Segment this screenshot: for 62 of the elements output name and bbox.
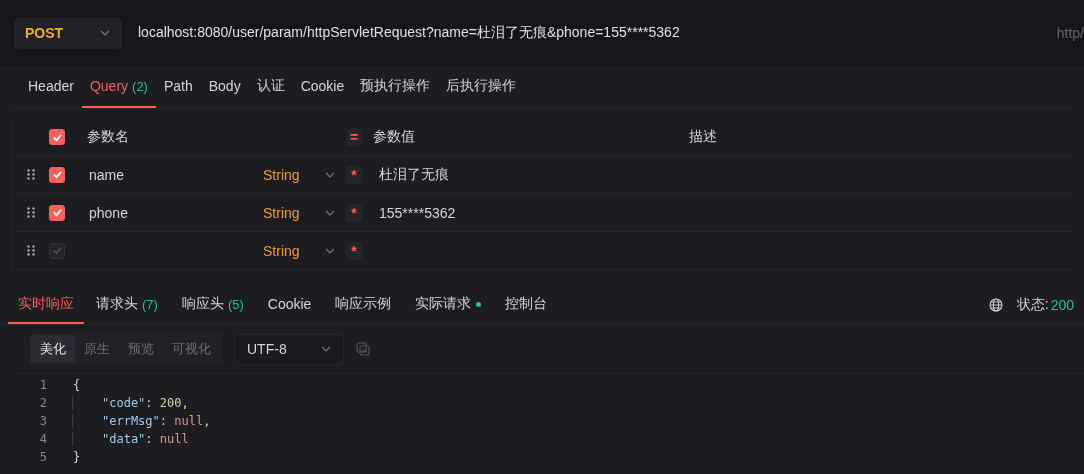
check-icon [51, 131, 63, 143]
column-header: 参数值 [372, 128, 416, 146]
response-tab[interactable]: 响应示例 [323, 286, 404, 324]
status-label: 状态: [1016, 296, 1049, 314]
view-mode-tab[interactable]: 美化 [31, 335, 75, 363]
check-icon [51, 245, 63, 256]
response-tab[interactable]: 实时响应 [8, 286, 84, 324]
chevron-down-icon [325, 247, 335, 254]
type-select[interactable]: String [263, 242, 300, 259]
line-number: 5 [38, 450, 48, 464]
code-line: "errMsg": null, [72, 414, 211, 428]
param-name: phone [89, 204, 128, 221]
response-tab[interactable]: 响应头 (5) [169, 286, 256, 324]
type-select[interactable]: String [263, 204, 300, 221]
param-name: name [89, 166, 125, 183]
required-mark[interactable]: * [346, 241, 362, 260]
column-header: 描述 [689, 128, 717, 146]
status-code: 200 [1050, 297, 1074, 313]
request-tab[interactable]: 认证 [248, 66, 293, 108]
row-checkbox[interactable] [49, 242, 65, 259]
response-tab[interactable]: 控制台 [493, 286, 560, 324]
check-icon [51, 207, 63, 218]
response-tab[interactable]: 请求头 (7) [84, 286, 170, 324]
row-checkbox[interactable] [49, 166, 65, 183]
line-number: 1 [38, 378, 48, 392]
drag-handle-icon[interactable] [27, 207, 35, 218]
chevron-down-icon [325, 209, 335, 216]
request-tab[interactable]: Path [155, 66, 201, 108]
row-checkbox[interactable] [49, 204, 65, 221]
chevron-down-icon [325, 171, 335, 178]
response-tab[interactable]: 实际请求 [403, 286, 494, 324]
request-tab[interactable]: Body [200, 66, 249, 108]
line-number: 3 [38, 414, 48, 428]
request-tab[interactable]: 后执行操作 [438, 66, 525, 108]
method-select[interactable]: POST [14, 17, 122, 49]
response-tab[interactable]: Cookie [255, 286, 324, 324]
request-tab[interactable]: Header [20, 66, 82, 108]
line-number: 2 [38, 396, 48, 410]
line-number: 4 [38, 432, 48, 446]
request-tab[interactable]: Cookie [292, 66, 353, 108]
code-line: "data": null [72, 432, 189, 446]
request-tab[interactable]: 预执行操作 [352, 66, 439, 108]
request-tab[interactable]: Query (2) [81, 66, 156, 108]
code-line: } [72, 450, 81, 464]
code-line: { [72, 378, 81, 392]
drag-handle-icon[interactable] [27, 245, 35, 256]
required-mark[interactable]: * [346, 203, 362, 222]
drag-handle-icon[interactable] [27, 169, 35, 180]
check-icon [51, 169, 63, 180]
select-all-checkbox[interactable] [49, 129, 65, 145]
param-value: 155****5362 [379, 204, 456, 221]
param-value: 杜泪了无痕 [379, 165, 449, 182]
required-mark[interactable]: * [346, 165, 362, 184]
type-select[interactable]: String [263, 166, 300, 183]
encoding-select[interactable]: UTF-8 [234, 333, 344, 365]
chevron-down-icon [321, 346, 331, 352]
url-field[interactable]: localhost:8080/user/param/httpServletRequest?name=杜泪了无痕&phone=155****5362 http/ [122, 13, 1084, 53]
equals-sign: = [346, 128, 362, 146]
code-line: "code": 200, [72, 396, 189, 410]
globe-icon[interactable] [988, 298, 1003, 312]
column-header: 参数名 [87, 128, 130, 146]
chevron-down-icon [100, 30, 110, 36]
